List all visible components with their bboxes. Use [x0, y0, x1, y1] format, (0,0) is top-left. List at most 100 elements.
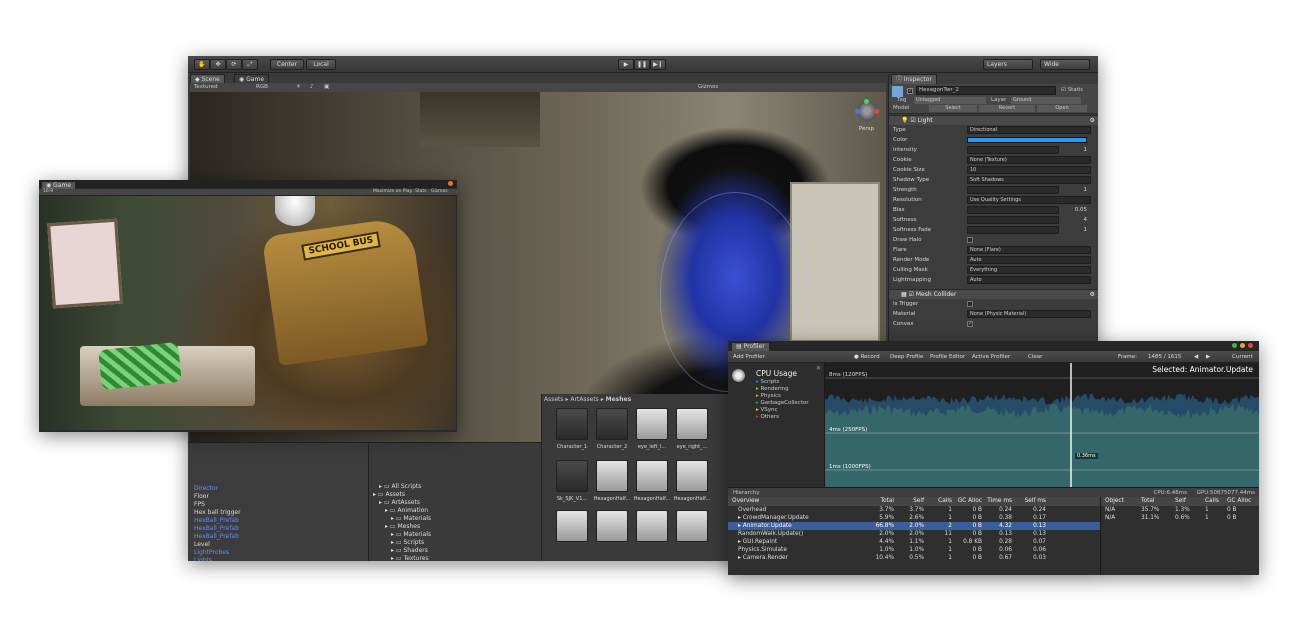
object-column-header[interactable]: Total [1141, 497, 1155, 506]
asset-thumbnail[interactable] [556, 408, 588, 440]
light-property-field[interactable]: 10 [967, 166, 1091, 174]
pause-button[interactable]: ❚❚ [634, 59, 650, 70]
hierarchy-item[interactable]: FPS [188, 501, 247, 509]
asset-thumbnail[interactable] [676, 460, 708, 492]
aspect-dropdown[interactable]: 16:9 [43, 189, 53, 195]
project-folder[interactable]: ▸ ▭ Animation [373, 507, 439, 515]
collider-property-checkbox[interactable] [967, 301, 973, 307]
light-property-value[interactable]: 0.05 [1075, 205, 1087, 215]
light-property-slider[interactable] [967, 226, 1059, 234]
project-folder[interactable]: ▸ ▭ Meshes [373, 523, 439, 531]
light-property-field[interactable]: None (Texture) [967, 156, 1091, 164]
window-minimize-icon[interactable] [1240, 343, 1245, 348]
object-row[interactable]: N/A 35.7% 1.3% 1 0 B [1101, 506, 1259, 514]
hierarchy-item[interactable]: HexBall_Prefab [188, 517, 247, 525]
active-profiler-dropdown[interactable]: Active Profiler [972, 351, 1010, 363]
hierarchy-item[interactable]: Floor [188, 493, 247, 501]
collider-property-field[interactable]: None (Physic Material) [967, 310, 1091, 318]
table-row[interactable]: Physics.Simulate 1.0% 1.0% 1 0 B 0.06 0.06 [728, 546, 1100, 554]
breadcrumb-assets[interactable]: Assets [544, 396, 564, 403]
tab-inspector[interactable]: ⓘ Inspector [891, 74, 937, 84]
effects-toggle[interactable]: ▣ [324, 83, 329, 92]
model-select-button[interactable]: Select [929, 105, 977, 112]
color-swatch[interactable] [967, 137, 1087, 143]
object-column-header[interactable]: Calls [1205, 497, 1219, 506]
asset-thumbnail[interactable] [636, 510, 668, 542]
light-property-slider[interactable] [967, 216, 1059, 224]
project-folder[interactable]: ▸ ▭ Scripts [373, 539, 439, 547]
asset-thumbnail[interactable] [596, 510, 628, 542]
legend-item[interactable]: ▸ VSync [756, 407, 809, 414]
table-row[interactable]: ▸ Camera.Render 10.4% 0.5% 1 0 B 0.67 0.03 [728, 554, 1100, 562]
panel-close-icon[interactable]: ✕ [816, 365, 821, 372]
hierarchy-item[interactable]: Lights [188, 557, 247, 561]
light-property-value[interactable]: 4 [1084, 215, 1088, 225]
light-property-field[interactable]: Auto [967, 256, 1091, 264]
asset-thumbnail[interactable] [676, 510, 708, 542]
asset-thumbnail[interactable] [676, 408, 708, 440]
game-view[interactable]: SCHOOL BUS [40, 196, 456, 430]
asset-thumbnail[interactable] [556, 510, 588, 542]
light-property-checkbox[interactable] [967, 237, 973, 243]
project-folder[interactable]: ▸ ▭ Textures [373, 555, 439, 561]
project-folder[interactable]: ▸ ▭ ArtAssets [373, 499, 439, 507]
breadcrumb-meshes[interactable]: Meshes [606, 396, 632, 403]
legend-item[interactable]: ▸ GarbageCollector [756, 400, 809, 407]
object-column-header[interactable]: Object [1105, 497, 1124, 506]
asset-thumbnail[interactable] [596, 408, 628, 440]
hand-tool-button[interactable]: ✋ [194, 59, 210, 70]
light-property-field[interactable]: Directional [967, 126, 1091, 134]
column-header[interactable]: Total [864, 497, 894, 506]
hierarchy-item[interactable]: Hex ball trigger [188, 509, 247, 517]
profile-editor-toggle[interactable]: Profile Editor [930, 351, 965, 363]
legend-item[interactable]: ▸ Rendering [756, 386, 809, 393]
collider-property-checkbox[interactable]: ✓ [967, 321, 973, 327]
project-folder[interactable]: ▸ ▭ Assets [373, 491, 439, 499]
light-property-value[interactable]: 1 [1084, 225, 1088, 235]
light-component-header[interactable]: 💡 ☑ Light ⚙ [889, 115, 1098, 125]
stats-toggle[interactable]: Stats [415, 189, 427, 195]
legend-item[interactable]: ▸ Others [756, 414, 809, 421]
object-column-header[interactable]: GC Alloc [1227, 497, 1251, 506]
asset-thumbnail[interactable] [556, 460, 588, 492]
column-header[interactable]: Self ms [1010, 497, 1046, 506]
render-mode-dropdown[interactable]: Textured [194, 83, 218, 92]
light-property-slider[interactable] [967, 186, 1059, 194]
light-property-field[interactable]: Everything [967, 266, 1091, 274]
scene-audio-toggle[interactable]: ♪ [310, 83, 314, 92]
legend-item[interactable]: ▸ Physics [756, 393, 809, 400]
prev-frame-button[interactable]: ◀ [1194, 351, 1198, 363]
tab-game-window[interactable]: ◉ Game [41, 181, 77, 189]
hierarchy-item[interactable]: LightProbes [188, 549, 247, 557]
object-row[interactable]: N/A 31.1% 0.6% 1 0 B [1101, 514, 1259, 522]
perspective-label[interactable]: Persp [859, 126, 874, 132]
light-property-slider[interactable] [967, 146, 1059, 154]
table-row[interactable]: Overhead 3.7% 3.7% 1 0 B 0.24 0.24 [728, 506, 1100, 514]
project-folder[interactable]: ▸ ▭ All Scripts [373, 483, 439, 491]
column-header[interactable]: Self [894, 497, 924, 506]
hierarchy-item[interactable]: Director [188, 485, 247, 493]
add-profiler-dropdown[interactable]: Add Profiler [733, 351, 765, 363]
cpu-usage-graph[interactable]: 8ms (120FPS) 4ms (250FPS) 1ms (1000FPS) … [825, 363, 1259, 487]
rotate-tool-button[interactable]: ⟳ [226, 59, 242, 70]
game-gizmos-toggle[interactable]: Gizmos [431, 189, 448, 195]
hierarchy-item[interactable]: Level [188, 541, 247, 549]
legend-item[interactable]: ▸ Scripts [756, 379, 809, 386]
asset-thumbnail[interactable] [596, 460, 628, 492]
mesh-collider-header[interactable]: ▦ ☑ Mesh Collider ⚙ [889, 289, 1098, 299]
orientation-gizmo-icon[interactable] [855, 99, 879, 122]
maximize-on-play-toggle[interactable]: Maximize on Play [373, 189, 412, 195]
table-row[interactable]: RandomWalk.Update() 2.0% 2.0% 11 0 B 0.13 0.13 [728, 530, 1100, 538]
model-open-button[interactable]: Open [1037, 105, 1087, 112]
next-frame-button[interactable]: ▶ [1206, 351, 1210, 363]
table-row[interactable]: ▸ GUI.Repaint 4.4% 1.1% 1 0.8 KB 0.28 0.07 [728, 538, 1100, 546]
project-folder[interactable]: ▸ ▭ Materials [373, 515, 439, 523]
clear-button[interactable]: Clear [1028, 351, 1042, 363]
hierarchy-item[interactable]: HexBall_Prefab [188, 525, 247, 533]
light-property-field[interactable]: None (Flare) [967, 246, 1091, 254]
object-name-field[interactable]: HexagonTwr_2 [916, 86, 1056, 95]
project-folder[interactable]: ▸ ▭ Shaders [373, 547, 439, 555]
move-tool-button[interactable]: ✥ [210, 59, 226, 70]
step-button[interactable]: ▶❙ [650, 59, 666, 70]
tab-profiler[interactable]: ▤ Profiler [731, 342, 770, 351]
